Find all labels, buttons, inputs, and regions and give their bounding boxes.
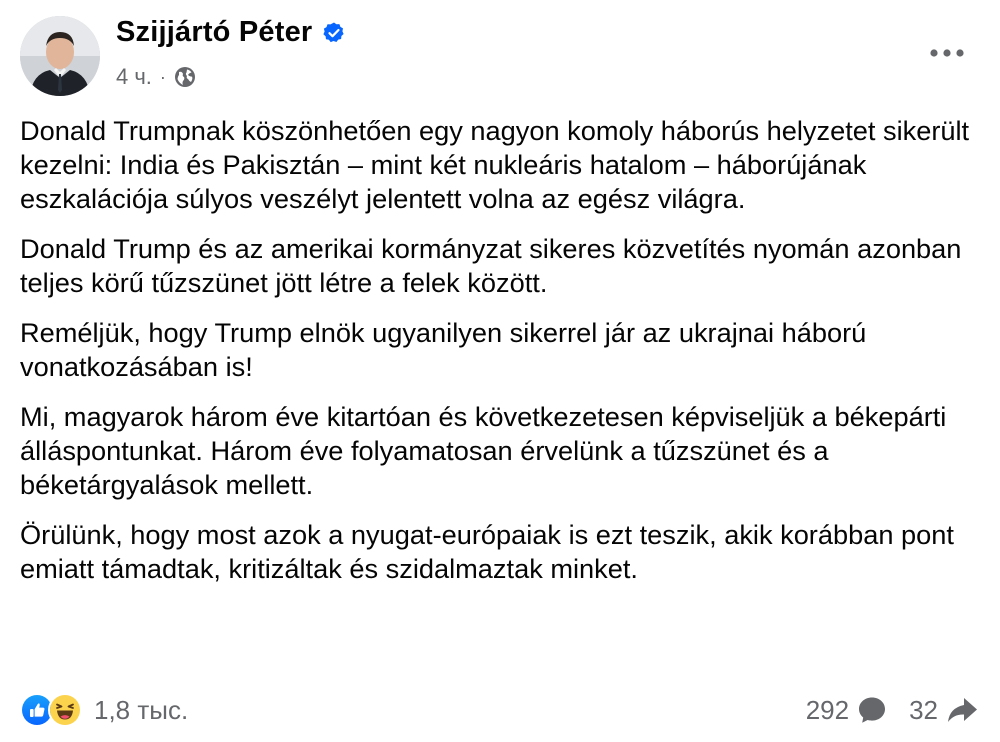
meta-separator: · — [159, 66, 166, 87]
more-options-button[interactable] — [924, 40, 970, 66]
reaction-icons — [20, 693, 82, 727]
shares-button[interactable]: 32 — [909, 695, 978, 726]
profile-photo-icon — [20, 16, 100, 96]
reactions-summary[interactable]: 1,8 тыс. — [20, 693, 188, 727]
reaction-count: 1,8 тыс. — [94, 694, 189, 725]
more-horizontal-icon — [930, 49, 964, 57]
share-count: 32 — [909, 694, 938, 725]
post-paragraph: Donald Trump és az amerikai kormányzat s… — [20, 233, 962, 298]
author-name[interactable]: Szijjártó Péter — [116, 16, 312, 49]
post-paragraph: Donald Trumpnak köszönhetően egy nagyon … — [20, 115, 970, 214]
comment-count: 292 — [805, 694, 850, 725]
post-author: Szijjártó Péter — [116, 16, 346, 49]
post-timestamp[interactable]: 4 ч. — [116, 64, 152, 90]
post-paragraph: Reméljük, hogy Trump elnök ugyanilyen si… — [20, 317, 867, 382]
post-body: Donald Trumpnak köszönhetően egy nagyon … — [20, 114, 980, 602]
post-paragraph: Örülünk, hogy most azok a nyugat-európai… — [20, 519, 954, 584]
verified-badge-icon — [322, 21, 346, 45]
comments-button[interactable]: 292 — [806, 695, 887, 726]
avatar[interactable] — [20, 16, 100, 96]
share-icon — [948, 698, 977, 722]
comment-icon — [859, 697, 886, 723]
post-paragraph: Mi, magyarok három éve kitartóan és köve… — [20, 401, 947, 500]
post-meta: 4 ч. · — [116, 64, 196, 90]
haha-icon — [48, 693, 82, 727]
post-stats: 292 32 — [806, 695, 978, 726]
post-footer: 1,8 тыс. 292 32 — [20, 690, 978, 730]
facebook-post: Szijjártó Péter 4 ч. · Donald Trumpnak k… — [0, 0, 1000, 742]
globe-icon[interactable] — [174, 66, 196, 88]
